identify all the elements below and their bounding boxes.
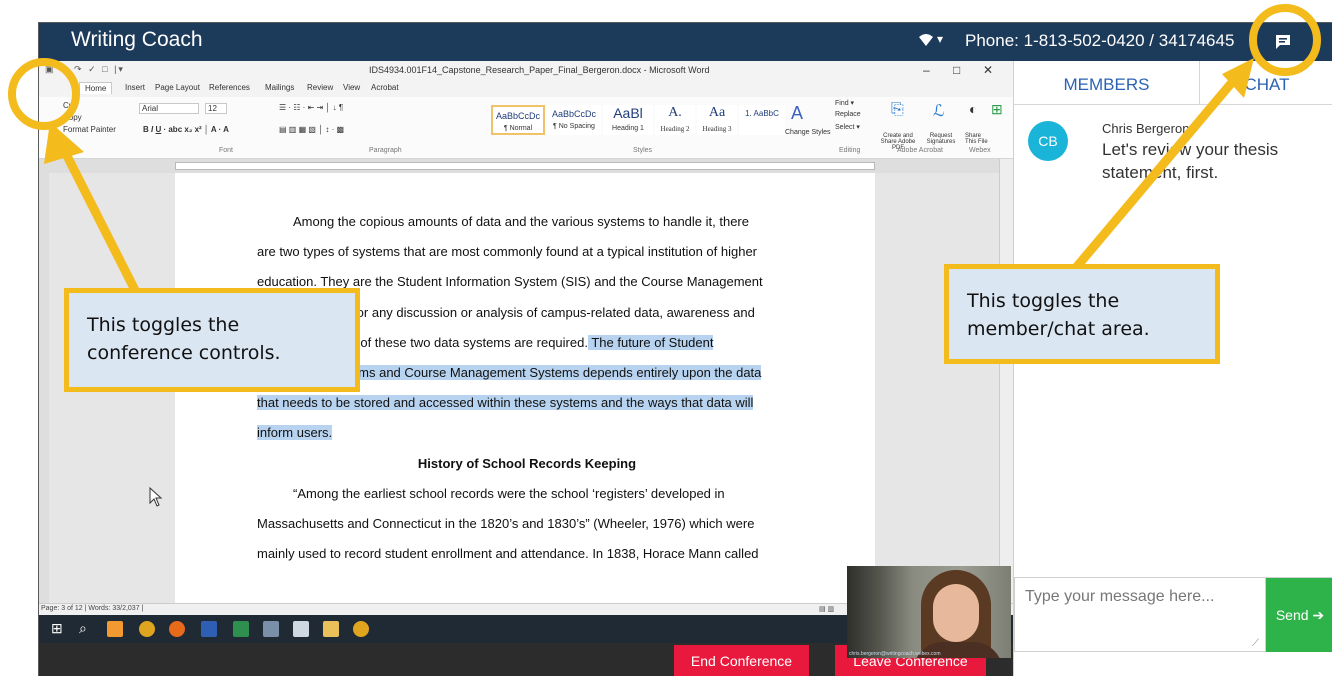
close-icon[interactable]: ✕ [983,63,993,77]
doc-heading: History of School Records Keeping [417,455,637,471]
tab-page-layout[interactable]: Page Layout [155,83,200,92]
send-button[interactable]: Send ➔ [1266,578,1332,652]
app-icon-2[interactable] [263,621,279,637]
editing-group-label: Editing [839,147,861,154]
request-signatures-button[interactable]: Request Signatures [923,133,959,145]
chrome-icon-2[interactable] [353,621,369,637]
font-name-select[interactable]: Arial [139,103,199,114]
callout-conference-controls: This toggles the conference controls. [64,288,360,392]
doc-line: Massachusetts and Connecticut in the 182… [257,515,755,531]
tab-mailings[interactable]: Mailings [265,83,294,92]
tab-home[interactable]: Home [79,82,113,94]
doc-line: Among the copious amounts of data and th… [293,214,749,229]
app-title: Writing Coach [71,28,203,51]
member-chat-panel: MEMBERS CHAT CB Chris Bergeron: Let's re… [1013,61,1332,676]
webex-icon[interactable]: ⊞ [991,101,1003,118]
word-count: Page: 3 of 12 | Words: 33/2,037 | [41,605,144,612]
request-signatures-icon[interactable]: ℒ [933,101,945,121]
format-painter-button[interactable]: Format Painter [63,125,116,134]
tab-view[interactable]: View [343,83,360,92]
alignment-tools[interactable]: ▤ ▥ ▦ ▧ │ ↕ · ▩ [279,125,344,134]
style-no-spacing[interactable]: AaBbCcDc ¶ No Spacing [547,105,601,135]
cut-button[interactable]: Cut [63,101,75,110]
tab-acrobat[interactable]: Acrobat [371,83,399,92]
doc-line: mainly used to record student enrollment… [257,546,759,562]
highlighted-text: The future of Student [587,334,714,350]
doc-line-highlighted: inform users. [257,425,333,441]
tab-insert[interactable]: Insert [125,83,145,92]
calculator-icon[interactable] [293,621,309,637]
end-conference-button[interactable]: End Conference [674,645,809,676]
horizontal-ruler [39,159,1013,173]
chevron-down-icon[interactable]: ▾ [937,32,943,46]
tab-review[interactable]: Review [307,83,333,92]
panel-tabs: MEMBERS CHAT [1014,61,1332,105]
maximize-icon[interactable]: □ [953,63,960,77]
select-button[interactable]: Select ▾ [835,123,860,131]
tab-references[interactable]: References [209,83,250,92]
doc-line: “Among the earliest school records were … [293,485,725,501]
webex-group-label: Webex [969,147,991,154]
style-heading-2[interactable]: A. Heading 2 [655,105,695,135]
mouse-pointer-icon [149,487,163,507]
message-text: Let's review your thesis statement, firs… [1102,140,1279,182]
paragraph-tools[interactable]: ☰ · ☷ · ⇤ ⇥ │ ↓ ¶ [279,103,343,112]
doc-line: are two types of systems that are most c… [257,244,758,260]
change-styles-icon[interactable]: A [791,103,803,124]
tab-chat[interactable]: CHAT [1200,61,1332,105]
resize-handle-icon[interactable]: ⟋ [1252,638,1259,649]
vertical-ruler [39,173,49,603]
minimize-icon[interactable]: – [923,63,930,77]
avatar: CB [1028,121,1068,161]
change-styles-button[interactable]: Change Styles [785,129,831,136]
word-icon[interactable] [201,621,217,637]
webcam-video[interactable]: chris.bergeron@writingcoach.webex.com [847,566,1011,658]
callout-member-chat: This toggles the member/chat area. [944,264,1220,364]
styles-group-label: Styles [633,147,653,154]
tab-members[interactable]: MEMBERS [1014,61,1200,105]
copy-button[interactable]: Copy [63,113,82,122]
ribbon-tabs: Home Insert Page Layout References Maili… [39,81,1013,97]
word-ribbon: Cut Copy Format Painter Arial 12 B I U ·… [39,97,1013,159]
font-size-select[interactable]: 12 [205,103,227,114]
top-header-bar: Writing Coach ▾ Phone: 1-813-502-0420 / … [39,23,1332,61]
word-title-bar: ▣ ↶ ↷ ✓ □ |▾ IDS4934.001F14_Capstone_Res… [39,61,1013,81]
share-file-icon[interactable]: ◐ [969,101,977,117]
view-mode-icons[interactable]: ▤ ▥ [819,605,834,613]
video-caption: chris.bergeron@writingcoach.webex.com [849,651,941,657]
wifi-icon[interactable] [917,31,935,52]
vertical-scrollbar[interactable] [999,159,1013,603]
paragraph-group-label: Paragraph [369,147,402,154]
app-icon-1[interactable] [107,621,123,637]
word-window-title: IDS4934.001F14_Capstone_Research_Paper_F… [369,65,710,75]
chat-message-input[interactable] [1014,578,1266,652]
font-group-label: Font [219,147,234,154]
replace-button[interactable]: Replace [835,111,861,118]
chrome-icon[interactable] [139,621,155,637]
firefox-icon[interactable] [169,621,185,637]
style-heading-1[interactable]: AaBl Heading 1 [603,105,653,135]
excel-icon[interactable] [233,621,249,637]
style-heading-3[interactable]: Aa Heading 3 [697,105,737,135]
chat-toggle-button[interactable] [1265,26,1301,58]
windows-start-icon[interactable]: ⊞ [51,620,63,637]
find-button[interactable]: Find ▾ [835,99,854,107]
style-list[interactable]: 1. AaBbC [739,105,785,135]
quick-access-toolbar[interactable]: ▣ ↶ ↷ ✓ □ |▾ [45,64,125,75]
bold-button[interactable]: B I U · abc x₂ x² │ A · A [143,125,229,134]
search-icon[interactable]: ⌕ [79,620,87,637]
acrobat-group-label: Adobe Acrobat [897,147,943,154]
share-file-button[interactable]: Share This File [965,133,991,145]
phone-info: Phone: 1-813-502-0420 / 34174645 [965,31,1235,50]
adobe-pdf-icon[interactable]: ⎘ [891,101,904,119]
doc-line-highlighted: that needs to be stored and accessed wit… [257,395,754,411]
chat-bubble-icon [1276,35,1290,49]
message-author: Chris Bergeron: [1102,121,1194,136]
chat-input-area: ⟋ Send ➔ [1014,577,1332,659]
style-normal[interactable]: AaBbCcDc ¶ Normal [491,105,545,135]
folder-icon[interactable] [323,621,339,637]
